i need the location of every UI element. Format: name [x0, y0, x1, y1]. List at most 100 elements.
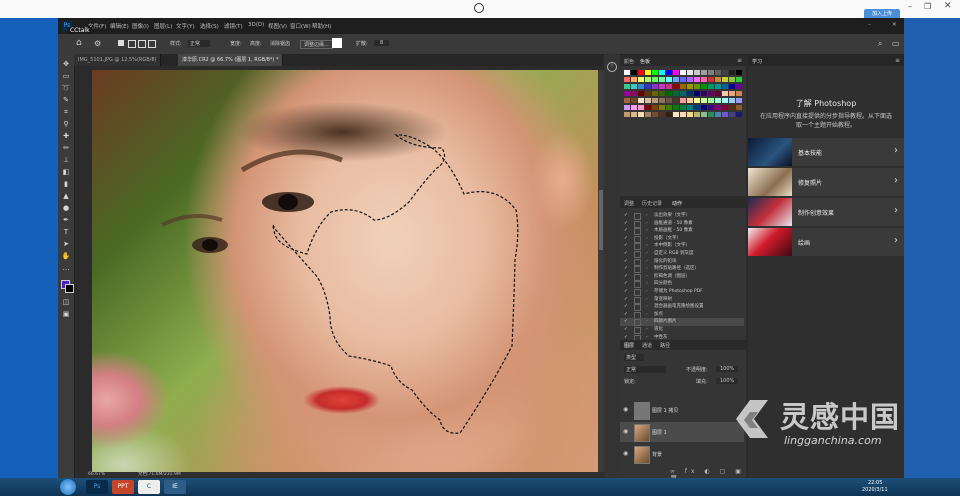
color-swatch[interactable] — [673, 98, 679, 103]
learn-card-repair[interactable]: 修复照片 › — [748, 168, 904, 196]
color-swatch[interactable] — [645, 77, 651, 82]
color-swatch[interactable] — [652, 91, 658, 96]
color-swatch[interactable] — [708, 84, 714, 89]
color-swatch[interactable] — [722, 105, 728, 110]
window-minimize-icon[interactable]: – — [868, 22, 871, 28]
canvas-scroll-thumb[interactable] — [599, 190, 603, 250]
blur-tool-icon[interactable]: ▲ — [61, 192, 71, 200]
color-swatch[interactable] — [736, 112, 742, 117]
info-icon[interactable]: ! — [607, 62, 617, 72]
color-swatch[interactable] — [708, 112, 714, 117]
more-tools-icon[interactable]: … — [61, 264, 71, 272]
home-icon[interactable]: ⌂ — [76, 38, 82, 48]
maximize-icon[interactable]: ❐ — [924, 2, 931, 11]
color-swatch[interactable] — [631, 105, 637, 110]
color-swatch[interactable] — [729, 98, 735, 103]
color-swatch[interactable] — [631, 91, 637, 96]
tab-layers[interactable]: 图层 — [624, 342, 634, 349]
quick-mask-icon[interactable]: ◫ — [61, 298, 71, 306]
screen-mode-icon[interactable]: ▣ — [61, 310, 71, 318]
color-swatch[interactable] — [722, 98, 728, 103]
selection-new-icon[interactable] — [118, 40, 124, 46]
color-swatch[interactable] — [659, 77, 665, 82]
crop-tool-icon[interactable]: ⌗ — [61, 108, 71, 116]
color-swatch[interactable] — [659, 91, 665, 96]
color-swatch[interactable] — [736, 91, 742, 96]
pen-tool-icon[interactable]: ✒ — [61, 216, 71, 224]
eraser-tool-icon[interactable]: ◧ — [61, 168, 71, 176]
color-swatch[interactable] — [638, 91, 644, 96]
color-swatch[interactable] — [687, 98, 693, 103]
tab-channels[interactable]: 通道 — [642, 342, 652, 349]
blend-mode-select[interactable]: 正常 — [624, 366, 667, 373]
tab-learn[interactable]: 学习 — [752, 58, 762, 65]
color-swatch[interactable] — [687, 91, 693, 96]
color-swatch[interactable] — [701, 112, 707, 117]
tab-history[interactable]: 历史记录 — [642, 200, 662, 207]
color-swatch[interactable] — [624, 105, 630, 110]
color-swatch[interactable] — [638, 98, 644, 103]
color-swatch[interactable] — [624, 98, 630, 103]
search-icon[interactable]: ⌕ — [878, 39, 882, 49]
visibility-eye-icon[interactable]: ◉ — [623, 406, 628, 413]
color-swatch[interactable] — [722, 91, 728, 96]
color-swatch[interactable] — [624, 70, 630, 75]
layer-footer-icons[interactable]: ∞ fx ◐ ▢ ▣ 🗑 — [670, 468, 746, 478]
color-swatch[interactable] — [694, 70, 700, 75]
learn-card-basics[interactable]: 基本技能 › — [748, 138, 904, 166]
menu-help[interactable]: 帮助(H) — [312, 22, 331, 30]
color-swatch[interactable] — [708, 98, 714, 103]
color-swatch[interactable] — [729, 105, 735, 110]
color-swatch[interactable] — [687, 84, 693, 89]
start-button-icon[interactable] — [60, 479, 76, 495]
color-swatch[interactable] — [701, 77, 707, 82]
visibility-eye-icon[interactable]: ◉ — [623, 428, 628, 435]
color-swatch[interactable] — [666, 70, 672, 75]
color-swatch[interactable] — [694, 91, 700, 96]
color-swatch[interactable] — [715, 98, 721, 103]
color-swatch[interactable] — [722, 112, 728, 117]
tab-actions[interactable]: 动作 — [672, 200, 682, 207]
color-swatch[interactable] — [645, 105, 651, 110]
color-swatch[interactable] — [687, 77, 693, 82]
color-swatch[interactable] — [729, 112, 735, 117]
hand-tool-icon[interactable]: ✋ — [61, 252, 71, 260]
color-swatch[interactable] — [638, 105, 644, 110]
color-swatch[interactable] — [638, 84, 644, 89]
gradient-tool-icon[interactable]: ▮ — [61, 180, 71, 188]
color-swatch[interactable] — [659, 84, 665, 89]
menu-edit[interactable]: 编辑(E) — [110, 22, 129, 30]
color-swatch[interactable] — [652, 77, 658, 82]
color-swatch[interactable] — [729, 77, 735, 82]
color-swatch[interactable] — [631, 112, 637, 117]
color-swatch[interactable] — [715, 70, 721, 75]
menu-type[interactable]: 文字(Y) — [176, 22, 195, 30]
color-swatch[interactable] — [701, 91, 707, 96]
menu-select[interactable]: 选择(S) — [200, 22, 219, 30]
refine-edge-button[interactable]: 调整边缘... — [300, 40, 333, 49]
color-swatch[interactable] — [715, 112, 721, 117]
color-swatch[interactable] — [729, 91, 735, 96]
minimize-icon[interactable]: – — [908, 2, 912, 11]
taskbar-cctalk[interactable]: C — [138, 480, 160, 494]
color-swatch[interactable] — [666, 98, 672, 103]
color-swatch[interactable] — [680, 112, 686, 117]
learn-menu-icon[interactable]: ≡ — [895, 57, 900, 64]
marquee-preset-icon[interactable]: ⚙ — [94, 39, 101, 48]
menu-3d[interactable]: 3D(D) — [248, 22, 264, 28]
tab-paths[interactable]: 路径 — [660, 342, 670, 349]
layer-kind-filter[interactable]: 类型 — [624, 354, 645, 361]
color-swatch[interactable] — [673, 70, 679, 75]
color-swatch[interactable] — [694, 98, 700, 103]
taskbar-photoshop[interactable]: Ps — [86, 480, 108, 494]
menu-filter[interactable]: 滤镜(T) — [224, 22, 243, 30]
color-swatch[interactable] — [624, 77, 630, 82]
color-swatch[interactable] — [736, 84, 742, 89]
color-swatch[interactable] — [694, 84, 700, 89]
color-swatch[interactable] — [652, 112, 658, 117]
dodge-tool-icon[interactable]: ● — [61, 204, 71, 212]
color-swatch[interactable] — [673, 112, 679, 117]
color-swatch[interactable] — [729, 84, 735, 89]
layer-row[interactable]: ◉ 图层 1 — [620, 422, 744, 442]
menu-view[interactable]: 视图(V) — [268, 22, 287, 30]
